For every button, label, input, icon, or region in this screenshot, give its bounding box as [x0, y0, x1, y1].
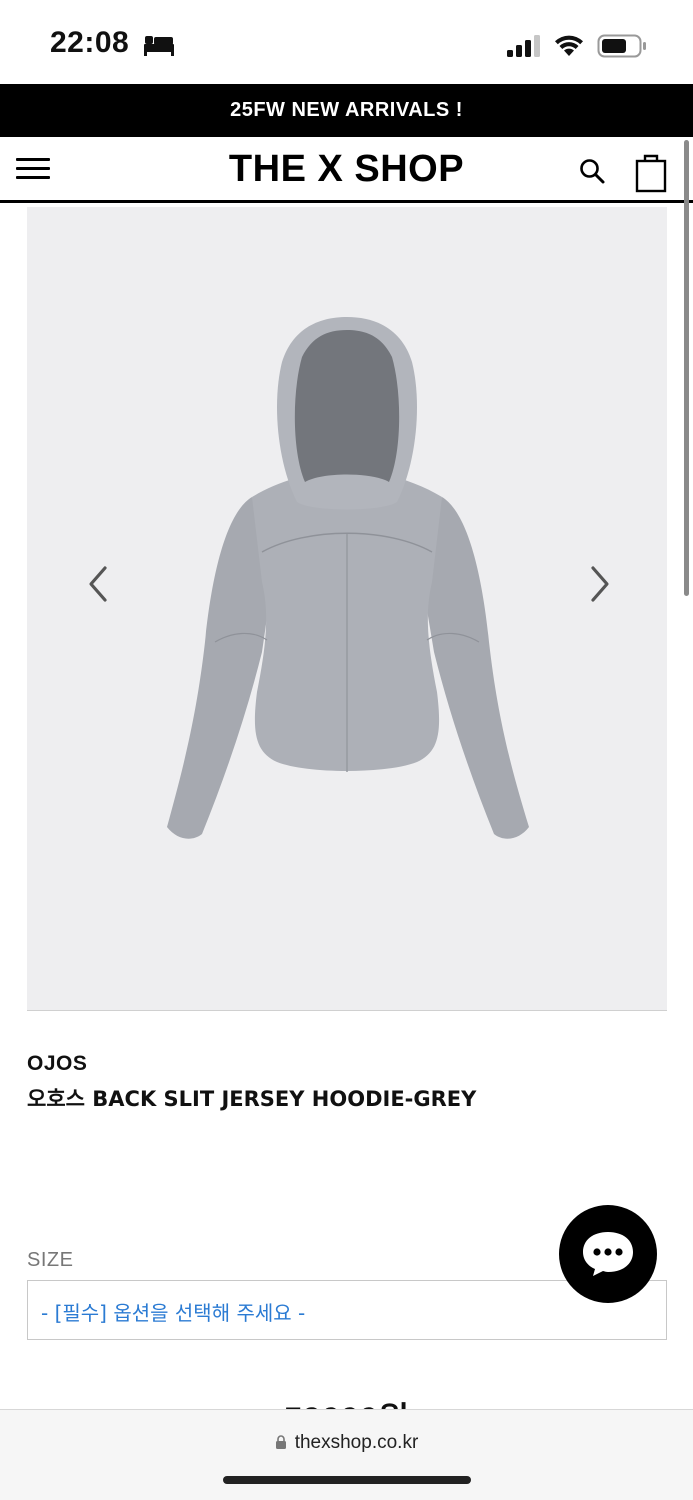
url-field[interactable]: thexshop.co.kr: [0, 1432, 693, 1454]
carousel-prev-icon[interactable]: [83, 564, 115, 604]
sleep-focus-icon: [144, 36, 174, 56]
shopping-bag-icon[interactable]: [634, 151, 668, 193]
lock-icon: [275, 1435, 286, 1449]
chat-bubble-icon: [583, 1232, 633, 1276]
size-label: SIZE: [27, 1249, 74, 1271]
size-select-placeholder: - [필수] 옵션을 선택해 주세요 -: [41, 1301, 306, 1325]
announcement-banner[interactable]: 25FW NEW ARRIVALS !: [0, 84, 693, 137]
cellular-signal-icon: [507, 35, 540, 57]
size-select[interactable]: - [필수] 옵션을 선택해 주세요 -: [27, 1280, 667, 1340]
product-image-carousel[interactable]: [27, 207, 667, 1011]
chat-button[interactable]: [559, 1205, 657, 1303]
site-logo-link[interactable]: THE X SHOP: [229, 148, 464, 190]
status-bar: 22:08: [0, 0, 693, 84]
home-indicator[interactable]: [223, 1476, 471, 1484]
status-time: 22:08: [50, 26, 130, 59]
battery-icon: [597, 34, 646, 58]
hamburger-menu-icon[interactable]: [16, 152, 52, 184]
browser-address-bar: thexshop.co.kr: [0, 1409, 693, 1500]
product-brand: OJOS: [27, 1052, 88, 1075]
wifi-icon: [555, 35, 583, 56]
search-icon[interactable]: [578, 157, 606, 185]
product-hoodie-image: [167, 317, 529, 839]
carousel-next-icon[interactable]: [583, 564, 615, 604]
product-title: 오호스 BACK SLIT JERSEY HOODIE-GREY: [27, 1087, 477, 1111]
page-scrollbar[interactable]: [684, 140, 689, 596]
site-header: THE X SHOP: [0, 137, 693, 203]
url-text: thexshop.co.kr: [294, 1432, 419, 1453]
